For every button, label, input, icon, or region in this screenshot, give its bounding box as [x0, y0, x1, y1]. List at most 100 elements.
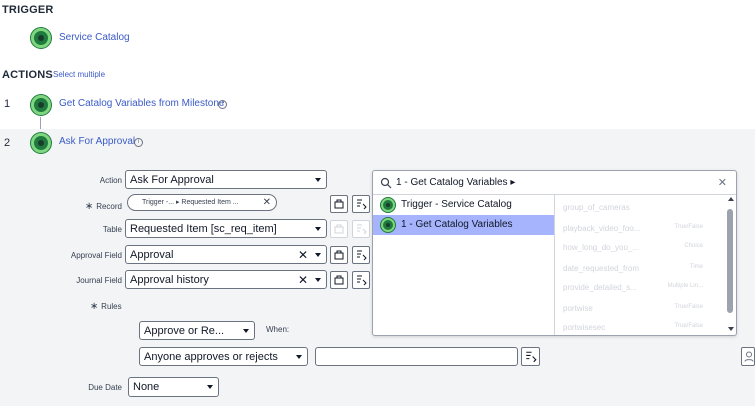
variable-name: date_requested_from: [563, 264, 640, 273]
record-pill-text: Trigger -... ▸ Requested Item ...: [142, 199, 239, 206]
step-1-info-icon[interactable]: i: [218, 100, 227, 109]
variable-type: Time: [689, 264, 703, 270]
picker-source-item[interactable]: Trigger - Service Catalog: [373, 195, 554, 215]
variable-name: how_long_do_you_...: [563, 243, 640, 252]
scroll-down-icon[interactable]: [728, 327, 734, 331]
variable-type: True/False: [674, 323, 703, 329]
picker-search-input[interactable]: 1 - Get Catalog Variables ▸: [396, 177, 515, 188]
required-asterisk: ∗: [85, 201, 97, 212]
script-icon: [357, 250, 367, 261]
chevron-down-icon: [296, 355, 302, 359]
table-script-button: [352, 220, 370, 238]
search-icon: [380, 177, 392, 189]
approval-field-label: Approval Field: [70, 251, 122, 260]
remove-pill-icon[interactable]: ✕: [263, 195, 271, 211]
chevron-down-icon: [315, 278, 321, 282]
variable-name: portwise: [563, 304, 593, 313]
journal-field-data-pill-picker-button[interactable]: [330, 271, 348, 289]
variable-name: group_of_cameras: [563, 203, 630, 212]
step-2-info-icon[interactable]: i: [134, 138, 143, 147]
scrollbar-thumb[interactable]: [727, 209, 733, 313]
table-label: Table: [102, 225, 122, 234]
rule-condition-input[interactable]: [315, 347, 518, 366]
clear-search-icon[interactable]: ✕: [718, 176, 727, 189]
trigger-heading: TRIGGER: [2, 4, 54, 16]
approval-field-value: Approval: [130, 249, 174, 261]
picker-variable-item[interactable]: portwisesec True/False: [563, 321, 703, 333]
due-date-label: Due Date: [88, 383, 122, 392]
table-select[interactable]: Requested Item [sc_req_item]: [125, 219, 327, 238]
script-icon: [357, 275, 367, 286]
action-select-value: Ask For Approval: [130, 174, 214, 186]
step-2-number: 2: [4, 137, 11, 149]
step-2-flow-icon: [31, 133, 51, 153]
rule-condition-value: Anyone approves or rejects: [144, 351, 278, 363]
approval-field-select[interactable]: Approval ✕: [125, 245, 327, 264]
script-icon: [357, 199, 367, 210]
picker-scrollbar[interactable]: [725, 195, 735, 335]
script-icon: [357, 224, 367, 235]
rule-type-value: Approve or Re...: [144, 325, 225, 337]
due-date-value: None: [133, 381, 160, 393]
action-flow-icon: [381, 218, 395, 232]
clear-icon[interactable]: ✕: [298, 246, 308, 263]
due-date-select[interactable]: None: [128, 377, 219, 397]
when-label: When:: [266, 325, 290, 334]
journal-field-select[interactable]: Approval history ✕: [125, 270, 327, 289]
approval-field-data-pill-picker-button[interactable]: [330, 246, 348, 264]
add-user-button[interactable]: [741, 347, 755, 366]
chevron-down-icon: [315, 227, 321, 231]
action-label: Action: [99, 176, 122, 185]
required-asterisk: ∗: [90, 301, 102, 312]
data-pill-picker-icon: [334, 224, 344, 234]
record-label-text: Record: [96, 202, 122, 211]
rule-condition-select[interactable]: Anyone approves or rejects: [139, 347, 308, 366]
record-script-button[interactable]: [352, 195, 370, 213]
table-data-pill-picker-button: [330, 220, 348, 238]
rule-type-select[interactable]: Approve or Re...: [139, 321, 255, 340]
picker-variable-item[interactable]: portwise True/False: [563, 302, 703, 314]
data-pill-picker-icon: [334, 199, 344, 209]
action-select[interactable]: Ask For Approval: [125, 170, 327, 189]
picker-variable-item[interactable]: provide_detailed_s... Multiple Lin...: [563, 281, 703, 293]
approval-field-script-button[interactable]: [352, 246, 370, 264]
select-multiple-link[interactable]: Select multiple: [53, 70, 105, 79]
chevron-down-icon: [207, 385, 213, 389]
trigger-flow-icon: [31, 28, 51, 48]
data-pill-picker-icon: [334, 250, 344, 260]
rules-label-text: Rules: [101, 302, 122, 311]
picker-variable-item[interactable]: date_requested_from Time: [563, 262, 703, 274]
step-1-name-link[interactable]: Get Catalog Variables from Milestone: [59, 98, 224, 109]
journal-field-label: Journal Field: [76, 276, 122, 285]
rule-condition-script-button[interactable]: [521, 347, 540, 366]
variable-name: portwisesec: [563, 323, 606, 332]
variable-name: provide_detailed_s...: [563, 283, 637, 292]
rules-label: ∗ Rules: [60, 301, 122, 312]
journal-field-script-button[interactable]: [352, 271, 370, 289]
user-icon: [744, 351, 754, 362]
picker-source-label: Trigger - Service Catalog: [401, 199, 512, 210]
picker-variable-item[interactable]: group_of_cameras: [563, 201, 630, 213]
table-select-value: Requested Item [sc_req_item]: [130, 223, 277, 235]
data-pill-picker-icon: [334, 275, 344, 285]
variable-type: Multiple Lin...: [667, 283, 703, 289]
clear-icon[interactable]: ✕: [298, 271, 308, 288]
chevron-down-icon: [243, 329, 249, 333]
trigger-flow-icon: [381, 198, 395, 212]
record-data-pill[interactable]: Trigger -... ▸ Requested Item ... ✕: [127, 194, 277, 211]
chevron-down-icon: [315, 253, 321, 257]
picker-variable-item[interactable]: playback_video_foo... True/False: [563, 222, 703, 234]
step-2-name-link[interactable]: Ask For Approval: [59, 136, 135, 147]
journal-field-value: Approval history: [130, 274, 209, 286]
step-1-flow-icon: [31, 95, 51, 115]
scroll-up-icon[interactable]: [728, 197, 734, 201]
record-data-pill-picker-button[interactable]: [330, 195, 348, 213]
picker-variable-item[interactable]: how_long_do_you_... Choice: [563, 241, 703, 253]
trigger-service-catalog-link[interactable]: Service Catalog: [59, 32, 130, 43]
variable-type: True/False: [674, 304, 703, 310]
picker-source-item-selected[interactable]: 1 - Get Catalog Variables: [373, 215, 554, 235]
record-label: ∗ Record: [60, 201, 122, 212]
chevron-down-icon: [315, 178, 321, 182]
picker-column-divider: [554, 195, 555, 335]
data-pill-picker-popover: 1 - Get Catalog Variables ▸ ✕ Trigger - …: [372, 170, 737, 336]
